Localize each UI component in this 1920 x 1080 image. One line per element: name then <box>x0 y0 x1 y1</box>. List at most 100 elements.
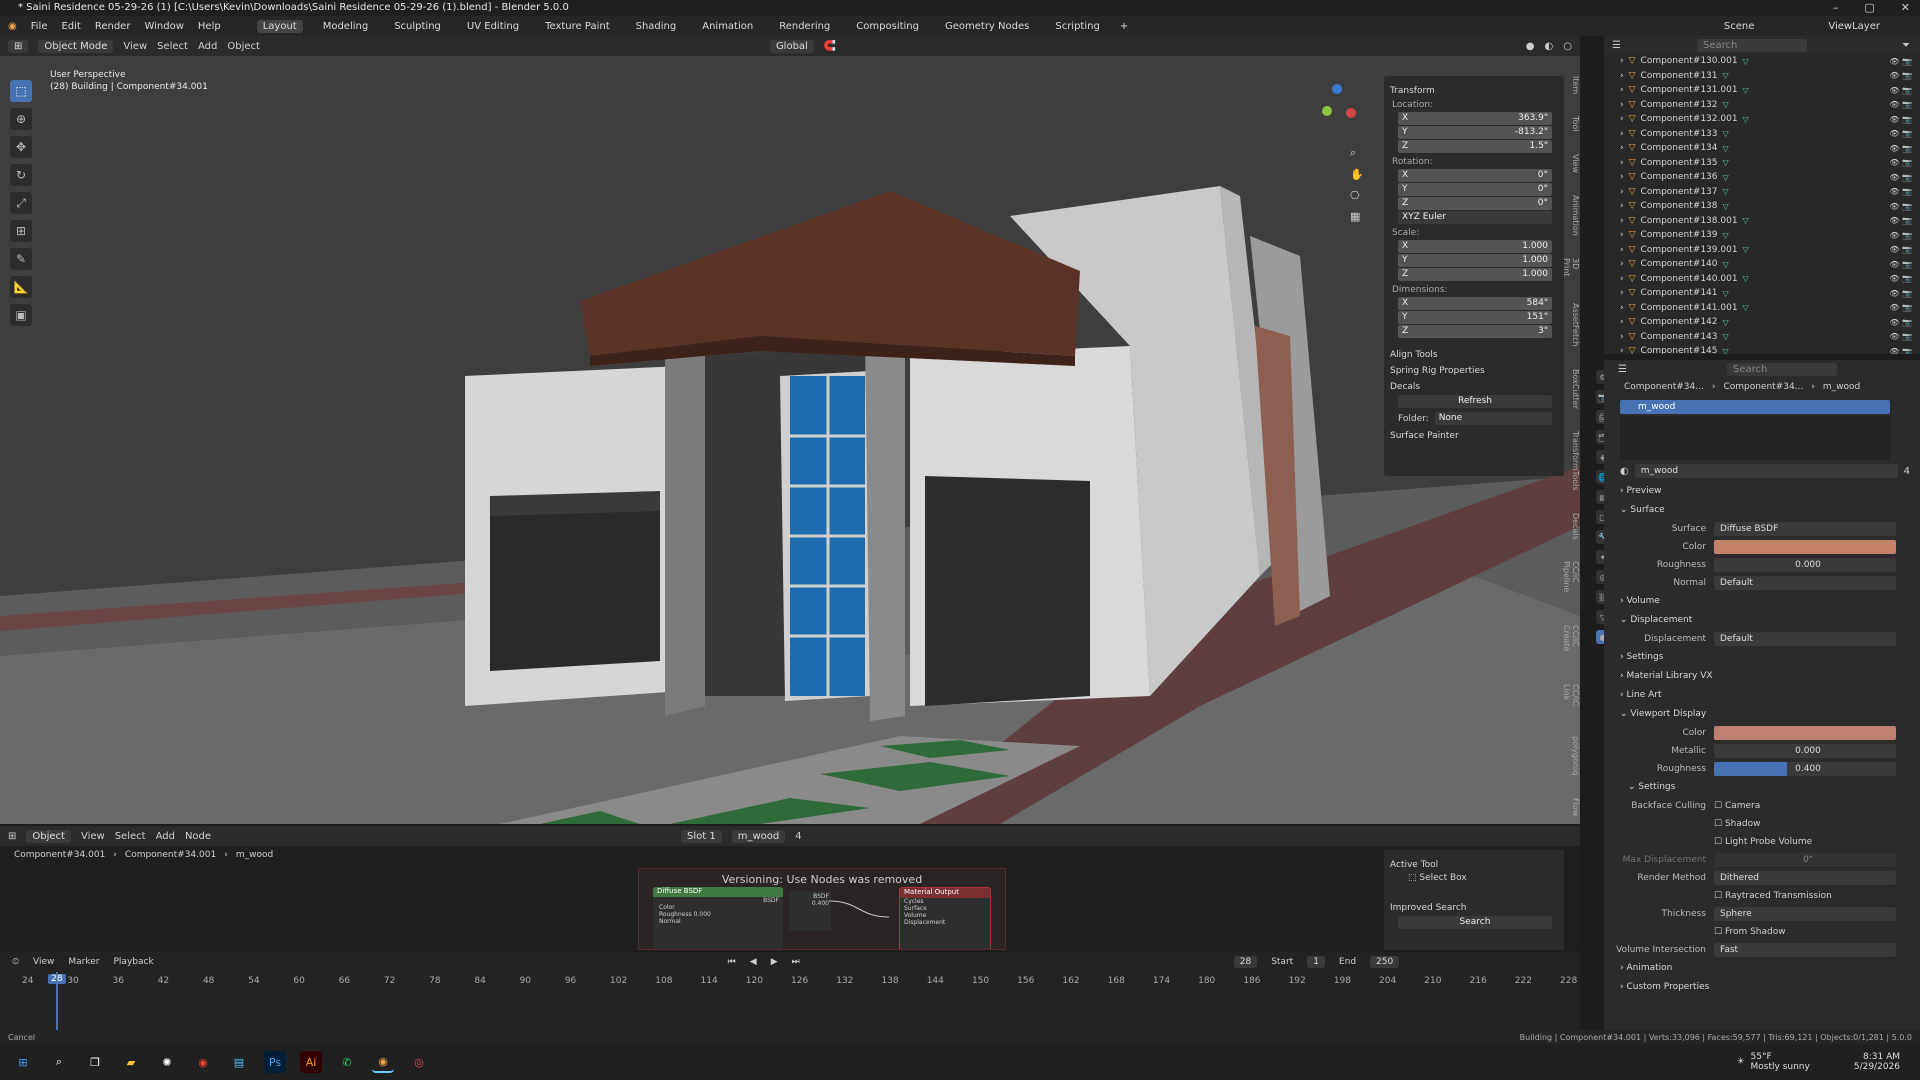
expand-icon[interactable]: › <box>1620 71 1624 81</box>
expand-icon[interactable]: › <box>1620 332 1624 342</box>
matlib-section[interactable]: › Material Library VX <box>1604 667 1920 686</box>
refresh-button[interactable]: Refresh <box>1398 395 1552 408</box>
material-slot-item[interactable]: m_wood <box>1620 400 1890 414</box>
outliner-item[interactable]: › ▽ Component#142 ▽ 👁 📷 <box>1604 315 1920 330</box>
node-menu-node[interactable]: Node <box>185 831 211 842</box>
play-reverse-icon[interactable]: ◀ <box>750 957 757 967</box>
visibility-icon[interactable]: 👁 📷 <box>1889 245 1912 254</box>
tab-compositing[interactable]: Compositing <box>850 20 925 33</box>
outliner-item[interactable]: › ▽ Component#138 ▽ 👁 📷 <box>1604 199 1920 214</box>
tab-scripting[interactable]: Scripting <box>1049 20 1105 33</box>
menu-help[interactable]: Help <box>198 21 221 32</box>
tab-3dprint[interactable]: 3D Print <box>1562 258 1580 282</box>
material-sphere-icon[interactable]: ◐ <box>1620 466 1629 477</box>
displacement-field[interactable]: Default <box>1714 632 1896 646</box>
outliner-item[interactable]: › ▽ Component#137 ▽ 👁 📷 <box>1604 185 1920 200</box>
camera-checkbox[interactable]: ☐ Camera <box>1714 801 1760 811</box>
expand-icon[interactable]: › <box>1620 303 1624 313</box>
tab-shading[interactable]: Shading <box>630 20 683 33</box>
diffuse-node-roughness-value[interactable]: 0.000 <box>694 911 711 918</box>
windows-start-icon[interactable]: ⊞ <box>12 1051 34 1073</box>
tab-transformtools[interactable]: TransformTools <box>1566 431 1580 491</box>
mix-node[interactable]: BSDF 0.400 <box>789 891 831 931</box>
menu-window[interactable]: Window <box>144 21 183 32</box>
outliner-item[interactable]: › ▽ Component#139.001 ▽ 👁 📷 <box>1604 243 1920 258</box>
filter-icon[interactable]: ⏷ <box>1902 40 1910 51</box>
viewlayer-selector[interactable]: ViewLayer <box>1828 21 1880 32</box>
location-y-field[interactable]: Y -813.2" <box>1398 126 1552 139</box>
transform-orientation[interactable]: Global <box>769 39 814 53</box>
outliner-item[interactable]: › ▽ Component#132.001 ▽ 👁 📷 <box>1604 112 1920 127</box>
node-menu-add[interactable]: Add <box>156 831 175 842</box>
tab-cc-create[interactable]: CC/iC Create <box>1562 625 1580 663</box>
properties-editor-icon[interactable]: ☰ <box>1618 364 1627 375</box>
app-icon[interactable]: ◎ <box>408 1051 430 1073</box>
outliner-item[interactable]: › ▽ Component#131 ▽ 👁 📷 <box>1604 69 1920 84</box>
visibility-icon[interactable]: 👁 📷 <box>1889 100 1912 109</box>
timeline-menu-playback[interactable]: Playback <box>114 957 154 967</box>
timeline-menu-view[interactable]: View <box>33 957 54 967</box>
tab-view[interactable]: View <box>1566 154 1580 173</box>
expand-icon[interactable]: › <box>1620 288 1624 298</box>
tab-animation[interactable]: Animation <box>696 20 759 33</box>
expand-icon[interactable]: › <box>1620 201 1624 211</box>
visibility-icon[interactable]: 👁 📷 <box>1889 187 1912 196</box>
menu-render[interactable]: Render <box>95 21 131 32</box>
visibility-icon[interactable]: 👁 📷 <box>1889 86 1912 95</box>
expand-icon[interactable]: › <box>1620 259 1624 269</box>
tab-cc-link[interactable]: CC/iC Link <box>1562 684 1580 714</box>
timeline[interactable]: ⏲ View Marker Playback ⏮ ◀ ▶ ⏭ 28 Start … <box>0 952 1580 1032</box>
grid-icon[interactable]: ▦ <box>1350 210 1364 223</box>
outliner-item[interactable]: › ▽ Component#131.001 ▽ 👁 📷 <box>1604 83 1920 98</box>
menu-edit[interactable]: Edit <box>61 21 80 32</box>
outliner-item[interactable]: › ▽ Component#141 ▽ 👁 📷 <box>1604 286 1920 301</box>
tab-assetfetch[interactable]: AssetFetch <box>1566 303 1580 347</box>
expand-icon[interactable]: › <box>1620 85 1624 95</box>
outliner-item[interactable]: › ▽ Component#143 ▽ 👁 📷 <box>1604 330 1920 345</box>
tab-modeling[interactable]: Modeling <box>317 20 375 33</box>
rotation-mode-select[interactable]: XYZ Euler <box>1398 211 1552 224</box>
expand-icon[interactable]: › <box>1620 129 1624 139</box>
visibility-icon[interactable]: 👁 📷 <box>1889 332 1912 341</box>
raytraced-checkbox[interactable]: ☐ Raytraced Transmission <box>1714 891 1832 901</box>
expand-icon[interactable]: › <box>1620 346 1624 354</box>
material-slot-list[interactable] <box>1620 416 1890 460</box>
outliner-item[interactable]: › ▽ Component#133 ▽ 👁 📷 <box>1604 127 1920 142</box>
folder-select[interactable]: None <box>1434 412 1552 425</box>
outliner-item[interactable]: › ▽ Component#139 ▽ 👁 📷 <box>1604 228 1920 243</box>
outliner-item[interactable]: › ▽ Component#138.001 ▽ 👁 📷 <box>1604 214 1920 229</box>
photoshop-icon[interactable]: Ps <box>264 1051 286 1073</box>
expand-icon[interactable]: › <box>1620 230 1624 240</box>
dimensions-z-field[interactable]: Z 3" <box>1398 325 1552 338</box>
play-icon[interactable]: ▶ <box>771 957 778 967</box>
outliner-editor-icon[interactable]: ☰ <box>1612 40 1621 51</box>
material-name-field[interactable]: m_wood <box>1634 464 1898 478</box>
normal-field[interactable]: Default <box>1714 576 1896 590</box>
shadow-checkbox[interactable]: ☐ Shadow <box>1714 819 1760 829</box>
visibility-icon[interactable]: 👁 📷 <box>1889 115 1912 124</box>
menu-add[interactable]: Add <box>198 41 217 52</box>
visibility-icon[interactable]: 👁 📷 <box>1889 289 1912 298</box>
file-explorer-icon[interactable]: ▰ <box>120 1051 142 1073</box>
task-view-icon[interactable]: ❐ <box>84 1051 106 1073</box>
z-axis-icon[interactable] <box>1332 84 1342 94</box>
tab-cc-pipeline[interactable]: CC/iC Pipeline <box>1562 561 1580 602</box>
dimensions-x-field[interactable]: X 584" <box>1398 297 1552 310</box>
scale-x-field[interactable]: X 1.000 <box>1398 240 1552 253</box>
volume-intersection-select[interactable]: Fast <box>1714 943 1896 957</box>
vd-roughness-slider[interactable]: 0.400 <box>1714 762 1896 776</box>
vd-color-swatch[interactable] <box>1714 726 1896 740</box>
expand-icon[interactable]: › <box>1620 143 1624 153</box>
rotation-y-field[interactable]: Y 0° <box>1398 183 1552 196</box>
preview-section[interactable]: › Preview <box>1604 482 1920 501</box>
expand-icon[interactable]: › <box>1620 114 1624 124</box>
tab-decals[interactable]: Decals <box>1566 513 1580 540</box>
timeline-menu-marker[interactable]: Marker <box>68 957 99 967</box>
node-object-selector[interactable]: Object <box>26 829 71 843</box>
surface-shader-field[interactable]: Diffuse BSDF <box>1714 522 1896 536</box>
diffuse-node[interactable]: Diffuse BSDF BSDF Color Roughness 0.000 … <box>653 887 783 949</box>
menu-file[interactable]: File <box>31 21 48 32</box>
move-icon[interactable]: ✥ <box>10 136 32 158</box>
add-workspace-icon[interactable]: + <box>1120 21 1128 32</box>
zoom-icon[interactable]: ⌕ <box>1350 146 1364 160</box>
